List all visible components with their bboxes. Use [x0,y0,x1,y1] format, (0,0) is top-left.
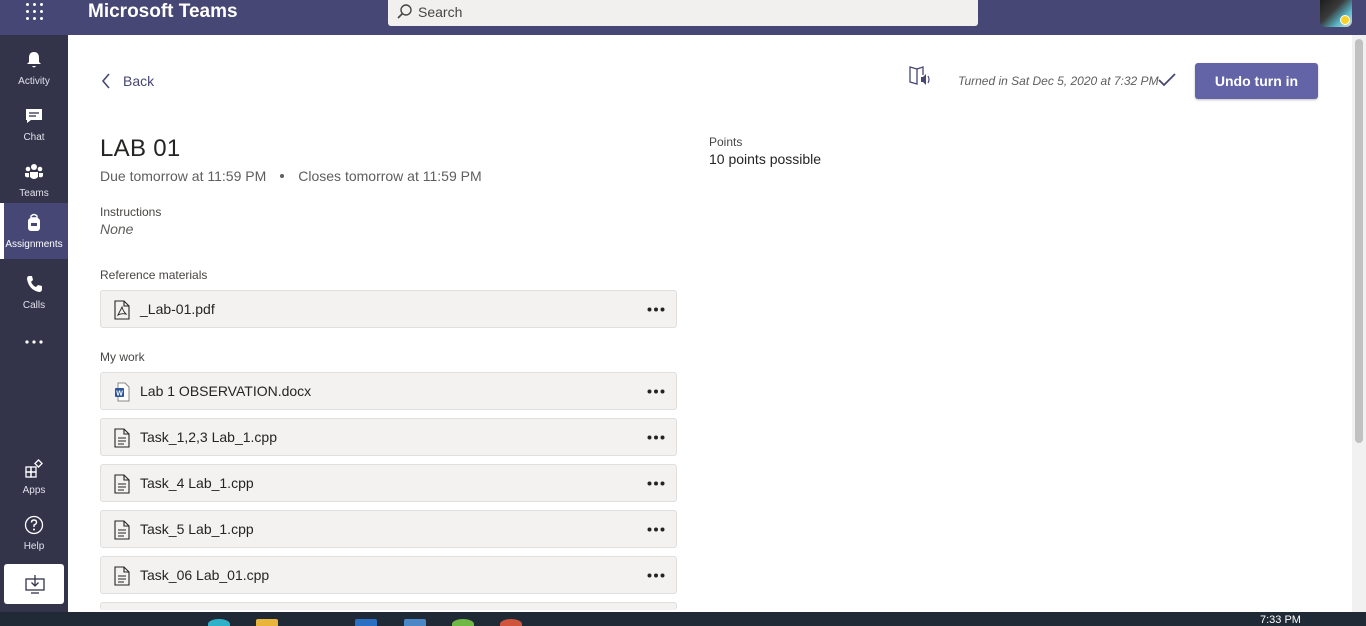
app-bar: Activity Chat Teams Assignments Calls Ap… [0,35,68,612]
more-apps-icon[interactable] [24,339,44,345]
rail-item-label: Apps [22,485,46,496]
download-mobile-app-button[interactable] [4,564,64,604]
phone-icon [27,276,42,292]
immersive-reader-icon[interactable] [908,65,932,87]
checkmark-icon [1158,73,1176,87]
file-name: Task_1,2,3 Lab_1.cpp [140,429,277,445]
my-work-file-row[interactable]: W Lab 1 OBSERVATION.docx [100,372,677,410]
rail-item-label: Assignments [5,239,63,250]
rail-item-help[interactable]: Help [0,505,68,561]
more-options-icon[interactable] [647,307,665,312]
my-work-file-row[interactable]: Task_1,2,3 Lab_1.cpp [100,418,677,456]
download-icon [25,575,45,594]
rail-item-apps[interactable]: Apps [0,449,68,505]
scrollbar-thumb[interactable] [1355,39,1363,443]
file-name: Task_4 Lab_1.cpp [140,475,254,491]
due-info: Due tomorrow at 11:59 PM Closes tomorrow… [100,168,482,184]
my-work-file-row[interactable]: Task_06 Lab_01.cpp [100,556,677,594]
instructions-label: Instructions [100,205,162,219]
my-work-label: My work [100,350,145,364]
instructions-value: None [100,221,134,237]
rail-item-label: Chat [23,132,45,143]
points-label: Points [709,135,743,149]
rail-item-teams[interactable]: Teams [0,152,68,208]
rail-item-chat[interactable]: Chat [0,96,68,152]
app-taskbar-icon[interactable] [500,619,522,626]
more-options-icon[interactable] [647,389,665,394]
file-explorer-taskbar-icon[interactable] [256,619,278,626]
back-button[interactable]: Back [101,73,154,89]
backpack-icon [28,213,40,231]
reference-materials-label: Reference materials [100,268,208,282]
status-badge [1340,15,1350,25]
chat-icon [26,109,42,123]
search-icon [397,4,412,19]
apps-icon [25,459,43,478]
code-file-icon [114,474,130,494]
app-title: Microsoft Teams [88,1,238,22]
app-launcher-icon[interactable] [26,3,44,21]
reference-file-row[interactable]: _Lab-01.pdf [100,290,677,328]
file-name: _Lab-01.pdf [140,301,215,317]
more-options-icon[interactable] [647,527,665,532]
undo-turn-in-button[interactable]: Undo turn in [1195,63,1318,99]
code-file-icon [114,428,130,448]
help-icon [24,515,44,535]
vertical-scrollbar[interactable] [1352,35,1366,612]
chrome-taskbar-icon[interactable] [452,619,474,626]
back-label: Back [123,73,155,89]
due-date: Due tomorrow at 11:59 PM [100,168,267,184]
app-taskbar-icon[interactable] [404,619,426,626]
file-name: Task_06 Lab_01.cpp [140,567,270,583]
word-file-icon: W [115,382,130,402]
pdf-file-icon [114,300,130,320]
clock[interactable]: 7:33 PM [1260,614,1301,626]
more-options-icon[interactable] [647,481,665,486]
search-placeholder: Search [418,4,463,20]
edge-taskbar-icon[interactable] [208,619,230,626]
rail-item-label: Calls [22,300,46,311]
assignment-detail: Back Turned in Sat Dec 5, 2020 at 7:32 P… [68,35,1352,612]
file-name: Lab 1 OBSERVATION.docx [140,383,312,399]
my-work-file-row[interactable]: Task_4 Lab_1.cpp [100,464,677,502]
rail-item-assignments[interactable]: Assignments [0,203,68,259]
more-options-icon[interactable] [647,435,665,440]
code-file-icon [114,520,130,540]
file-name: Task_5 Lab_1.cpp [140,521,254,537]
assignment-title: LAB 01 [100,135,181,162]
rail-item-calls[interactable]: Calls [0,264,68,320]
my-work-file-row[interactable]: Task_5 Lab_1.cpp [100,510,677,548]
turned-in-status: Turned in Sat Dec 5, 2020 at 7:32 PM [958,74,1159,88]
code-file-icon [114,566,130,586]
more-options-icon[interactable] [647,573,665,578]
rail-item-label: Teams [19,188,49,199]
os-taskbar: 7:33 PM [0,612,1366,626]
rail-item-label: Activity [18,76,50,87]
search-box[interactable]: Search [388,0,978,26]
profile-avatar[interactable] [1320,0,1352,27]
teams-icon [25,164,43,179]
rail-item-label: Help [23,541,45,552]
chevron-left-icon [101,73,110,89]
my-work-file-row[interactable] [100,602,677,610]
rail-item-activity[interactable]: Activity [0,40,68,96]
title-bar: Microsoft Teams Search [0,0,1366,35]
store-taskbar-icon[interactable] [355,619,377,626]
teams-window: Microsoft Teams Search Activity Chat Tea… [0,0,1366,626]
close-date: Closes tomorrow at 11:59 PM [298,168,482,184]
bell-icon [27,52,41,68]
separator-dot [280,174,285,178]
points-value: 10 points possible [709,151,822,167]
svg-text:W: W [116,391,123,398]
